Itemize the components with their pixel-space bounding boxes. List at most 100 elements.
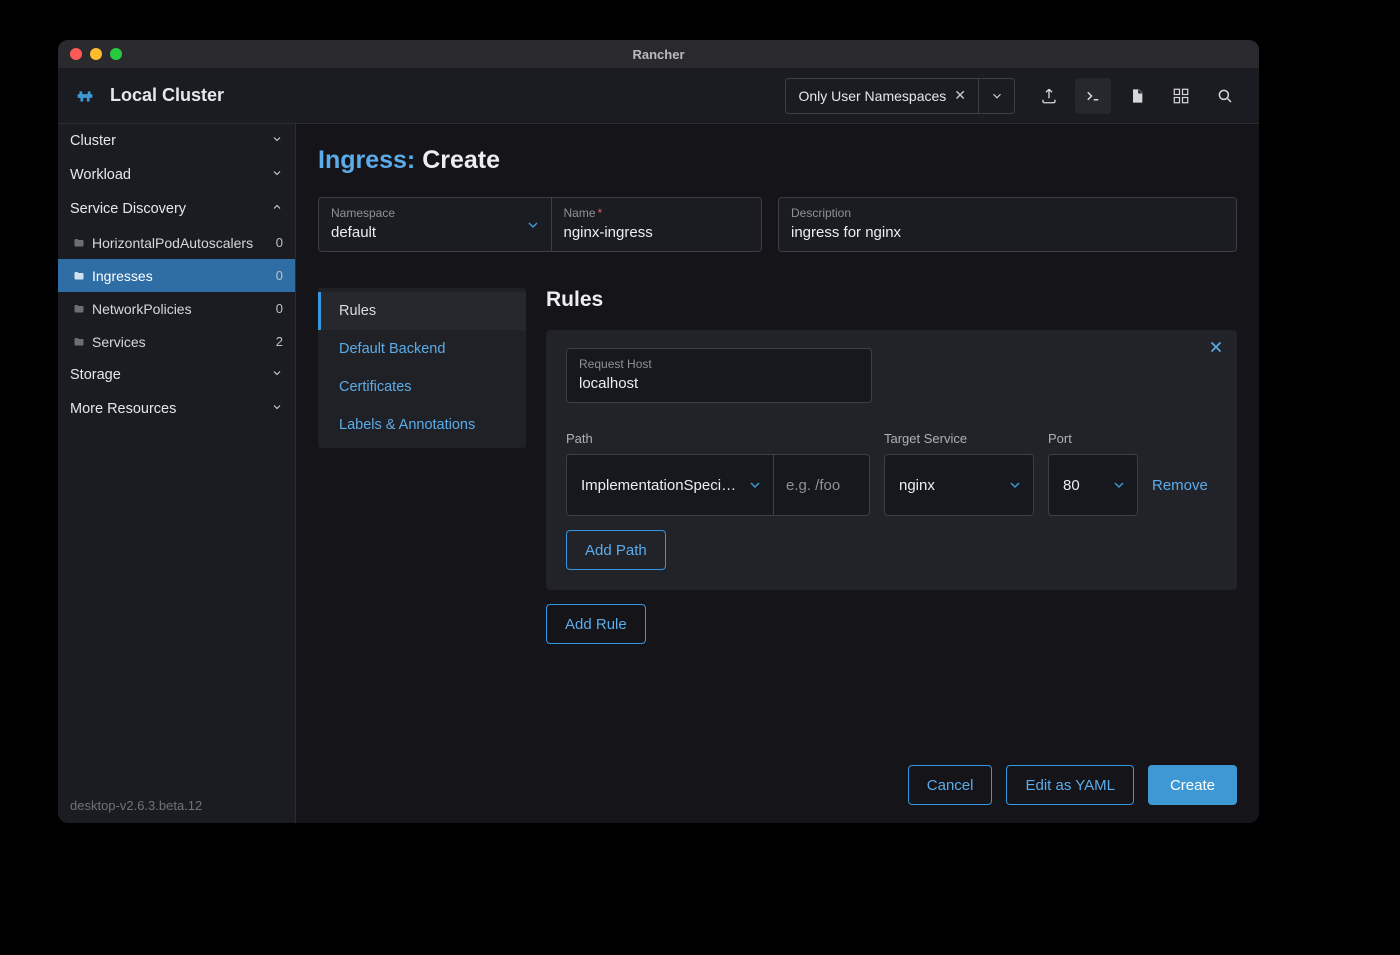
sidebar-item-count: 0 xyxy=(276,235,283,250)
minimize-window-icon[interactable] xyxy=(90,48,102,60)
cluster-name: Local Cluster xyxy=(110,85,224,106)
app-window: Rancher Local Cluster Only User Namespac… xyxy=(58,40,1259,823)
content-row: Rules Default Backend Certificates Label… xyxy=(318,288,1237,735)
sidebar-group-service-discovery[interactable]: Service Discovery xyxy=(58,192,295,226)
close-window-icon[interactable] xyxy=(70,48,82,60)
add-rule-button[interactable]: Add Rule xyxy=(546,604,646,644)
namespace-filter-clear-icon[interactable]: ✕ xyxy=(954,87,966,104)
rule-row: ImplementationSpeci… e.g. /foo nginx xyxy=(566,454,1217,516)
sidebar-group-workload[interactable]: Workload xyxy=(58,158,295,192)
folder-icon xyxy=(72,270,86,282)
namespace-field[interactable]: Namespace default xyxy=(319,198,551,251)
sidebar: Cluster Workload Service Discovery Horiz… xyxy=(58,124,296,823)
namespace-filter[interactable]: Only User Namespaces ✕ xyxy=(785,78,1015,114)
app-body: Cluster Workload Service Discovery Horiz… xyxy=(58,124,1259,823)
rule-row-labels: Path Target Service Port xyxy=(566,431,1217,446)
create-button[interactable]: Create xyxy=(1148,765,1237,805)
namespace-filter-label: Only User Namespaces xyxy=(798,88,946,104)
tab-default-backend[interactable]: Default Backend xyxy=(321,330,526,368)
namespace-value: default xyxy=(331,224,517,241)
folder-icon xyxy=(72,336,86,348)
sidebar-item-hpa[interactable]: HorizontalPodAutoscalers 0 xyxy=(58,226,295,259)
kubeconfig-icon[interactable] xyxy=(1159,74,1203,118)
namespace-name-group: Namespace default Name * nginx-ingress xyxy=(318,197,762,252)
sidebar-item-label: Services xyxy=(92,334,276,350)
col-port: Port xyxy=(1048,431,1138,446)
sidebar-group-label: Service Discovery xyxy=(70,201,186,217)
sidebar-group-cluster[interactable]: Cluster xyxy=(58,124,295,158)
folder-icon xyxy=(72,237,86,249)
sidebar-group-label: More Resources xyxy=(70,401,176,417)
maximize-window-icon[interactable] xyxy=(110,48,122,60)
page-title-action: Create xyxy=(422,146,500,174)
name-label: Name * xyxy=(564,206,750,220)
tab-rules[interactable]: Rules xyxy=(318,292,526,330)
titlebar: Rancher xyxy=(58,40,1259,68)
footer-actions: Cancel Edit as YAML Create xyxy=(318,735,1237,805)
app-header: Local Cluster Only User Namespaces ✕ xyxy=(58,68,1259,124)
rules-heading: Rules xyxy=(546,288,1237,312)
traffic-lights xyxy=(58,48,122,60)
chevron-down-icon xyxy=(271,167,283,183)
sidebar-item-ingresses[interactable]: Ingresses 0 xyxy=(58,259,295,292)
chevron-down-icon xyxy=(747,477,763,493)
folder-icon xyxy=(72,303,86,315)
sidebar-group-storage[interactable]: Storage xyxy=(58,358,295,392)
sidebar-item-label: Ingresses xyxy=(92,268,276,284)
rule-card: Request Host localhost Path Target Servi… xyxy=(546,330,1237,590)
namespace-label: Namespace xyxy=(331,206,517,220)
col-target-service: Target Service xyxy=(884,431,1034,446)
chevron-down-icon xyxy=(271,133,283,149)
top-fields: Namespace default Name * nginx-ingress xyxy=(318,197,1237,252)
description-value: ingress for nginx xyxy=(791,224,1224,241)
sidebar-group-label: Storage xyxy=(70,367,121,383)
chevron-down-icon xyxy=(1111,477,1127,493)
import-icon[interactable] xyxy=(1027,74,1071,118)
sidebar-item-services[interactable]: Services 2 xyxy=(58,325,295,358)
chevron-up-icon xyxy=(271,201,283,217)
search-icon[interactable] xyxy=(1203,74,1247,118)
sidebar-item-count: 2 xyxy=(276,334,283,349)
required-indicator: * xyxy=(598,206,603,220)
target-service-select[interactable]: nginx xyxy=(884,454,1034,516)
edit-as-yaml-button[interactable]: Edit as YAML xyxy=(1006,765,1134,805)
path-type-value: ImplementationSpeci… xyxy=(581,477,736,494)
close-icon[interactable] xyxy=(1207,338,1225,359)
description-label: Description xyxy=(791,206,1224,220)
path-placeholder: e.g. /foo xyxy=(786,477,840,494)
file-icon[interactable] xyxy=(1115,74,1159,118)
path-input[interactable]: e.g. /foo xyxy=(774,454,870,516)
namespace-filter-chip: Only User Namespaces ✕ xyxy=(786,79,978,113)
sidebar-group-more-resources[interactable]: More Resources xyxy=(58,392,295,426)
description-group: Description ingress for nginx xyxy=(778,197,1237,252)
name-value: nginx-ingress xyxy=(564,224,750,241)
add-path-button[interactable]: Add Path xyxy=(566,530,666,570)
request-host-field[interactable]: Request Host localhost xyxy=(566,348,872,403)
chevron-down-icon xyxy=(271,401,283,417)
page-title: Ingress: Create xyxy=(318,146,1237,175)
tab-certificates[interactable]: Certificates xyxy=(321,368,526,406)
port-select[interactable]: 80 xyxy=(1048,454,1138,516)
sidebar-item-count: 0 xyxy=(276,301,283,316)
shell-icon[interactable] xyxy=(1075,78,1111,114)
sidebar-item-networkpolicies[interactable]: NetworkPolicies 0 xyxy=(58,292,295,325)
sidebar-item-label: NetworkPolicies xyxy=(92,301,276,317)
name-field[interactable]: Name * nginx-ingress xyxy=(551,198,762,251)
description-field[interactable]: Description ingress for nginx xyxy=(779,198,1236,251)
side-tabs: Rules Default Backend Certificates Label… xyxy=(318,288,526,448)
sidebar-item-count: 0 xyxy=(276,268,283,283)
sidebar-group-label: Cluster xyxy=(70,133,116,149)
path-type-select[interactable]: ImplementationSpeci… xyxy=(566,454,774,516)
port-value: 80 xyxy=(1063,477,1080,494)
remove-path-link[interactable]: Remove xyxy=(1152,477,1208,494)
cancel-button[interactable]: Cancel xyxy=(908,765,993,805)
sidebar-version: desktop-v2.6.3.beta.12 xyxy=(58,788,295,823)
chevron-down-icon xyxy=(271,367,283,383)
rules-panel: Rules Request Host localhost Path Target… xyxy=(546,288,1237,644)
tab-labels-annotations[interactable]: Labels & Annotations xyxy=(321,406,526,444)
main-content: Ingress: Create Namespace default Name * xyxy=(296,124,1259,823)
request-host-value: localhost xyxy=(579,375,859,392)
sidebar-group-label: Workload xyxy=(70,167,131,183)
sidebar-item-label: HorizontalPodAutoscalers xyxy=(92,235,276,251)
namespace-filter-dropdown[interactable] xyxy=(978,79,1014,113)
